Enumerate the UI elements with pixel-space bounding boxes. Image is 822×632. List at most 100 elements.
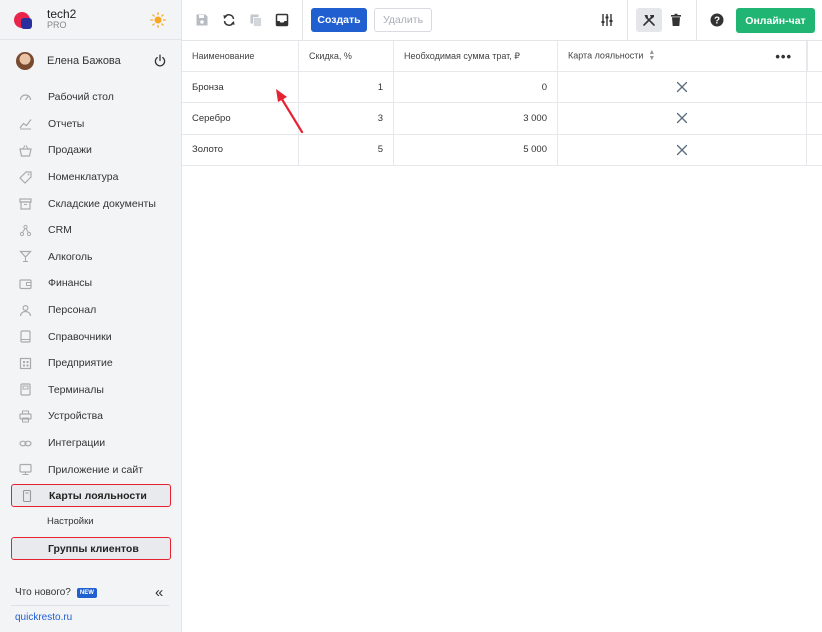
printer-icon: [19, 410, 32, 423]
sales-basket-icon: [19, 144, 32, 157]
sidebar-item[interactable]: Рабочий стол: [0, 84, 181, 111]
sidebar-item-label: Отчеты: [48, 117, 85, 130]
sidebar-item[interactable]: Интеграции: [0, 430, 181, 457]
sidebar-subitem-client-groups[interactable]: Группы клиентов: [11, 537, 171, 560]
sidebar-subitem-settings[interactable]: Настройки: [47, 516, 94, 527]
column-header-loyalty-card[interactable]: Карта лояльности ▲ ▼ •••: [558, 41, 807, 71]
more-options-icon[interactable]: •••: [775, 49, 792, 64]
cell-sum[interactable]: 3 000: [394, 103, 558, 134]
power-icon[interactable]: [153, 54, 167, 68]
sidebar-item-label: Алкоголь: [48, 250, 93, 263]
sidebar-item-label: Группы клиентов: [48, 542, 139, 555]
sidebar-item-label: Интеграции: [48, 437, 106, 450]
sidebar: tech2 PRO Елена Бажова Рабочий стол Отче…: [0, 0, 182, 632]
copy-icon[interactable]: [248, 12, 264, 28]
brand-name: tech2: [47, 6, 77, 21]
sidebar-item-label: Предприятие: [48, 357, 113, 370]
sidebar-item-label: Карты лояльности: [49, 489, 147, 502]
wallet-icon: [19, 277, 32, 290]
cell-discount[interactable]: 3: [299, 103, 394, 134]
sidebar-item[interactable]: Алкоголь: [0, 244, 181, 271]
divider: [696, 0, 697, 40]
toolbar: Создать Удалить ? Онлайн-чат: [182, 0, 822, 41]
theme-sun-icon[interactable]: [150, 12, 166, 28]
warehouse-box-icon: [19, 197, 32, 210]
sidebar-item-loyalty-cards[interactable]: Карты лояльности: [11, 484, 171, 507]
filter-sliders-icon[interactable]: [599, 12, 615, 28]
help-icon[interactable]: ?: [709, 12, 725, 28]
sidebar-item-label: Терминалы: [48, 383, 104, 396]
sidebar-item[interactable]: CRM: [0, 217, 181, 244]
staff-icon: [19, 304, 32, 317]
sidebar-item-label: CRM: [48, 224, 72, 237]
reports-icon: [19, 117, 32, 130]
sidebar-item-label: Продажи: [48, 144, 92, 157]
tag-icon: [19, 170, 32, 184]
inbox-icon[interactable]: [274, 12, 290, 28]
column-header-discount[interactable]: Скидка, %: [299, 41, 394, 71]
cell-discount[interactable]: 1: [299, 72, 394, 103]
sidebar-item-label: Приложение и сайт: [48, 463, 144, 476]
divider: [11, 605, 169, 606]
cell-sum[interactable]: 0: [394, 72, 558, 103]
sidebar-item-label: Финансы: [48, 277, 93, 290]
link-icon: [19, 437, 32, 450]
svg-text:?: ?: [714, 16, 720, 27]
cell-name[interactable]: Золото: [182, 134, 299, 165]
sidebar-item[interactable]: Персонал: [0, 297, 181, 324]
cell-sum[interactable]: 5 000: [394, 134, 558, 165]
create-button[interactable]: Создать: [311, 8, 367, 32]
terminal-icon: [19, 383, 32, 396]
no-card-x-icon[interactable]: [558, 103, 807, 134]
crm-icon: [19, 224, 32, 237]
refresh-icon[interactable]: [221, 12, 237, 28]
sidebar-item[interactable]: Номенклатура: [0, 164, 181, 191]
new-badge: NEW: [76, 587, 97, 598]
online-chat-button[interactable]: Онлайн-чат: [736, 8, 815, 33]
whats-new-link[interactable]: Что нового? NEW: [15, 587, 97, 598]
sidebar-nav: Рабочий стол Отчеты Продажи Номенклатура…: [0, 84, 181, 483]
no-card-x-icon[interactable]: [558, 134, 807, 165]
building-icon: [19, 357, 32, 370]
sidebar-item-label: Складские документы: [48, 197, 156, 210]
sort-icon[interactable]: ▲ ▼: [648, 49, 655, 62]
site-link[interactable]: quickresto.ru: [15, 612, 72, 623]
sidebar-item-label: Устройства: [48, 410, 103, 423]
cell-discount[interactable]: 5: [299, 134, 394, 165]
column-header-name[interactable]: Наименование: [182, 41, 299, 71]
sidebar-item[interactable]: Отчеты: [0, 111, 181, 138]
sidebar-item-label: Рабочий стол: [48, 91, 114, 104]
no-card-x-icon[interactable]: [558, 72, 807, 103]
whats-new-label: Что нового?: [15, 587, 71, 598]
sidebar-item[interactable]: Продажи: [0, 137, 181, 164]
sidebar-item[interactable]: Устройства: [0, 403, 181, 430]
app-logo: [14, 10, 34, 30]
column-header-spacer: [807, 41, 822, 71]
book-icon: [19, 330, 32, 343]
table-row[interactable]: Золото 5 5 000: [182, 134, 822, 166]
column-header-sum[interactable]: Необходимая сумма трат, ₽: [394, 41, 558, 71]
sidebar-item[interactable]: Справочники: [0, 323, 181, 350]
user-name: Елена Бажова: [47, 55, 121, 67]
main-content: Создать Удалить ? Онлайн-чат Наименовани…: [182, 0, 822, 632]
sidebar-item[interactable]: Предприятие: [0, 350, 181, 377]
collapse-sidebar-icon[interactable]: «: [155, 585, 163, 600]
divider: [302, 0, 303, 40]
save-icon[interactable]: [194, 12, 210, 28]
sidebar-item-label: Персонал: [48, 304, 97, 317]
sidebar-item-label: Номенклатура: [48, 171, 119, 184]
sidebar-item[interactable]: Складские документы: [0, 190, 181, 217]
loyalty-card-icon: [21, 489, 33, 502]
sidebar-item[interactable]: Терминалы: [0, 377, 181, 404]
sidebar-item[interactable]: Приложение и сайт: [0, 456, 181, 483]
sidebar-item-label: Справочники: [48, 330, 112, 343]
annotation-arrow-icon: [276, 89, 304, 134]
delete-button[interactable]: Удалить: [374, 8, 432, 32]
trash-icon[interactable]: [668, 12, 684, 28]
avatar: [16, 52, 34, 70]
tools-icon[interactable]: [641, 12, 657, 28]
cocktail-icon: [19, 250, 32, 263]
table-header: Наименование Скидка, % Необходимая сумма…: [182, 41, 822, 72]
divider: [627, 0, 628, 40]
sidebar-item[interactable]: Финансы: [0, 270, 181, 297]
